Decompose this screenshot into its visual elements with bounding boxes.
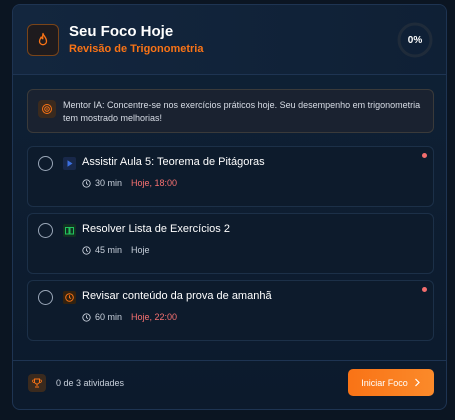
- activity-count: 0 de 3 atividades: [56, 378, 125, 388]
- clock-icon: [63, 291, 76, 304]
- task-item[interactable]: Revisar conteúdo da prova de amanhã 60 m…: [27, 280, 434, 341]
- start-focus-label: Iniciar Foco: [361, 377, 408, 388]
- task-due: Hoje, 22:00: [131, 312, 178, 322]
- task-item[interactable]: Resolver Lista de Exercícios 2 45 min Ho…: [27, 213, 434, 274]
- task-due: Hoje, 18:00: [131, 178, 178, 188]
- task-duration: 60 min: [95, 312, 123, 322]
- trophy-icon: [28, 374, 46, 392]
- urgent-dot: [422, 153, 427, 158]
- task-title: Resolver Lista de Exercícios 2: [82, 223, 230, 235]
- urgent-dot: [422, 287, 427, 292]
- task-item[interactable]: Assistir Aula 5: Teorema de Pitágoras 30…: [27, 146, 434, 207]
- clock-icon: [82, 178, 91, 188]
- chevron-right-icon: [414, 378, 420, 387]
- page-subtitle: Revisão de Trigonometria: [69, 43, 204, 55]
- play-icon: [63, 157, 76, 170]
- mentor-text: Mentor IA: Concentre-se nos exercícios p…: [63, 100, 421, 123]
- task-checkbox[interactable]: [38, 223, 53, 238]
- task-meta: 60 min Hoje, 22:00: [82, 311, 177, 323]
- task-checkbox[interactable]: [38, 290, 53, 305]
- task-duration: 45 min: [95, 245, 123, 255]
- clock-icon: [82, 312, 91, 322]
- card-footer: 0 de 3 atividades Iniciar Foco: [13, 360, 446, 409]
- task-title: Revisar conteúdo da prova de amanhã: [82, 290, 272, 302]
- page-title: Seu Foco Hoje: [69, 23, 174, 40]
- task-checkbox[interactable]: [38, 156, 53, 171]
- task-meta: 30 min Hoje, 18:00: [82, 177, 177, 189]
- flame-icon: [27, 24, 59, 56]
- progress-percentage: 0%: [407, 34, 423, 46]
- clock-icon: [82, 245, 91, 255]
- book-icon: [63, 224, 76, 237]
- task-title: Assistir Aula 5: Teorema de Pitágoras: [82, 156, 265, 168]
- task-due: Hoje: [131, 245, 150, 255]
- task-duration: 30 min: [95, 178, 123, 188]
- target-icon: [38, 100, 56, 118]
- mentor-tip: Mentor IA: Concentre-se nos exercícios p…: [27, 89, 434, 133]
- focus-card: Seu Foco Hoje Revisão de Trigonometria 0…: [12, 4, 447, 410]
- task-meta: 45 min Hoje: [82, 244, 150, 256]
- start-focus-button[interactable]: Iniciar Foco: [348, 369, 434, 396]
- card-header: Seu Foco Hoje Revisão de Trigonometria 0…: [13, 5, 446, 75]
